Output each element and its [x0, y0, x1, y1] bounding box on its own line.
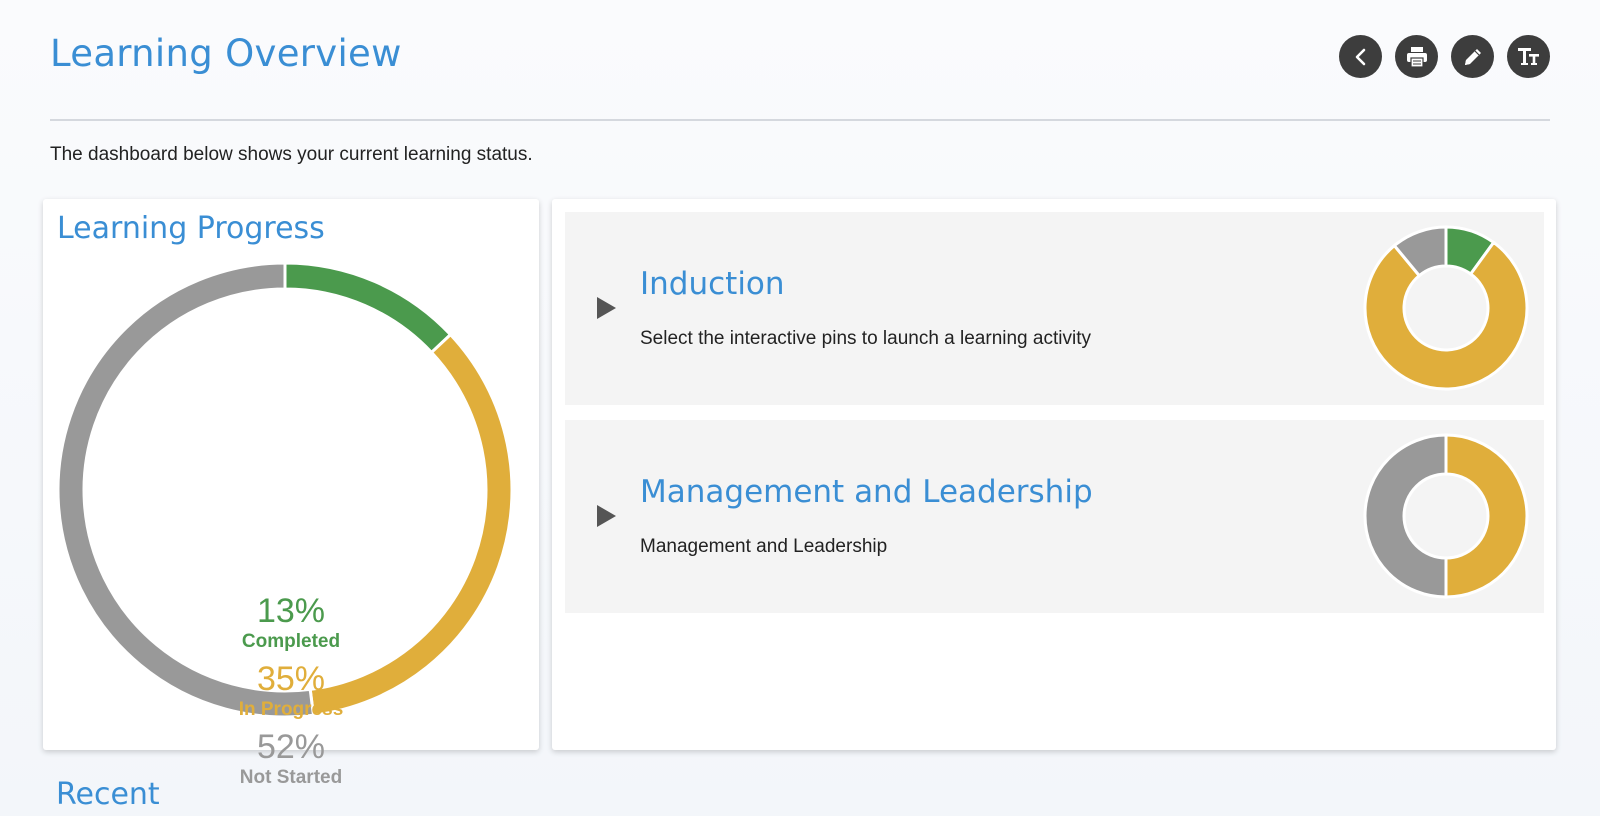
completed-percent: 13%: [256, 592, 326, 630]
play-icon: [597, 297, 616, 319]
in-progress-stat: 35% In Progress: [43, 659, 539, 721]
in-progress-label: In Progress: [238, 699, 344, 720]
completed-segment: [283, 261, 453, 355]
header-divider: [50, 119, 1550, 121]
text-size-button[interactable]: [1507, 35, 1550, 78]
completed-stat: 13% Completed: [43, 591, 539, 653]
chevron-left-icon: [1355, 48, 1365, 65]
pencil-icon: [1464, 48, 1481, 65]
in-progress-percent: 35%: [256, 660, 326, 698]
course-progress-donut: [1363, 433, 1529, 599]
learning-progress-title: Learning Progress: [57, 211, 325, 246]
edit-button[interactable]: [1451, 35, 1494, 78]
intro-text: The dashboard below shows your current l…: [50, 144, 533, 165]
course-row-induction[interactable]: Induction Select the interactive pins to…: [565, 212, 1544, 405]
course-progress-donut: [1363, 225, 1529, 391]
toolbar: [1339, 35, 1550, 78]
in-progress-segment: [1444, 433, 1529, 599]
course-title: Induction: [640, 266, 785, 302]
not-started-percent: 52%: [256, 728, 326, 766]
back-button[interactable]: [1339, 35, 1382, 78]
course-description: Select the interactive pins to launch a …: [640, 328, 1091, 349]
learning-progress-card: Learning Progress 13% Completed 35% In P…: [43, 199, 539, 788]
course-description: Management and Leadership: [640, 536, 888, 557]
courses-card: Induction Select the interactive pins to…: [552, 199, 1556, 750]
course-title: Management and Leadership: [640, 474, 1093, 510]
completed-label: Completed: [241, 631, 341, 652]
printer-icon: [1406, 46, 1427, 68]
not-started-segment: [1363, 433, 1448, 599]
course-row-management-and-leadership[interactable]: Management and Leadership Management and…: [565, 420, 1544, 613]
print-button[interactable]: [1395, 35, 1438, 78]
recent-section-title: Recent: [56, 777, 160, 812]
page-header: Learning Overview: [50, 0, 1550, 122]
text-size-icon: [1517, 47, 1539, 65]
play-icon: [597, 505, 616, 527]
page-title: Learning Overview: [50, 32, 402, 75]
